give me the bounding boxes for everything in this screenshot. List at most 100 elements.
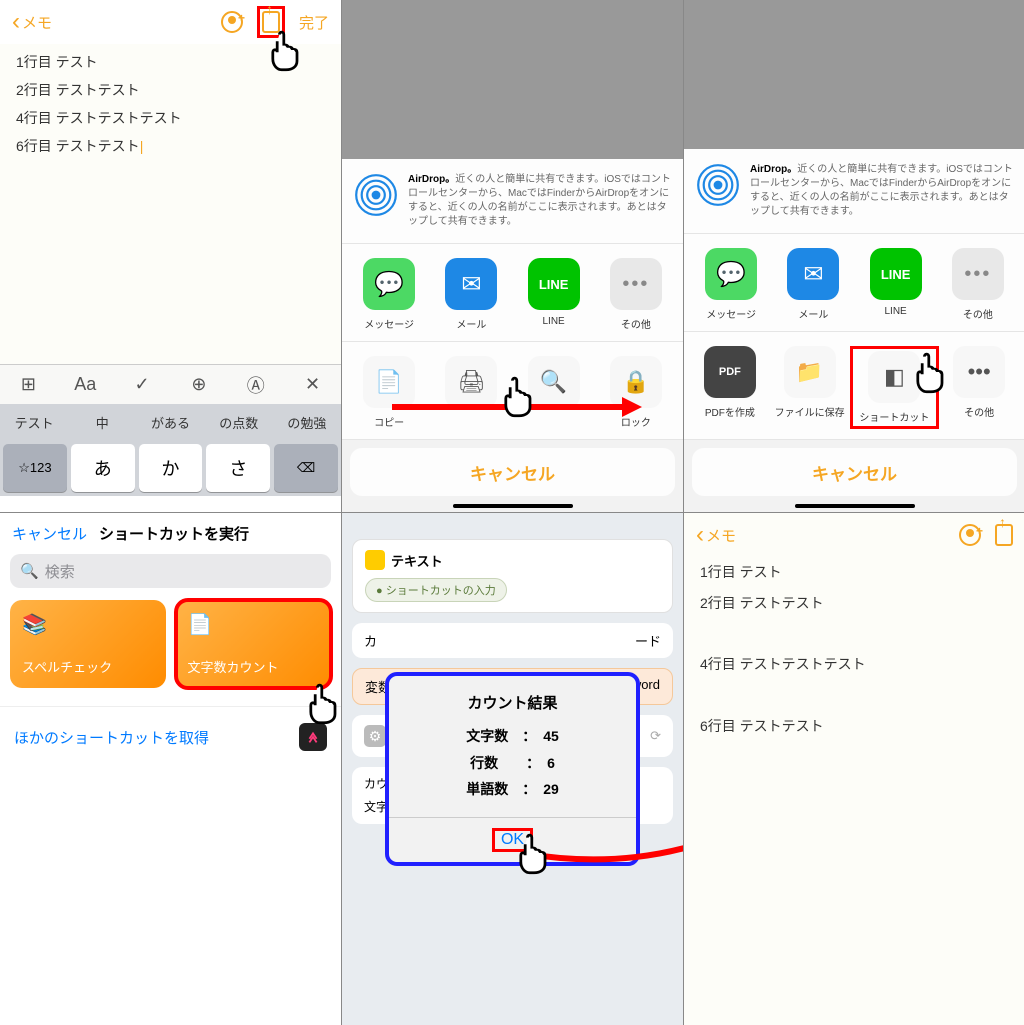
picker-header: キャンセル ショートカットを実行 xyxy=(0,513,341,554)
prediction[interactable]: 中 xyxy=(68,413,136,432)
panel-result-dialog: テキスト ● ショートカットの入力 カード 変数 word ⚙ 結果を表示 ⟳ … xyxy=(342,513,683,1025)
add-icon[interactable]: ⊕ xyxy=(184,374,214,395)
airdrop-text: AirDrop。近くの人と簡単に共有できます。iOSではコントロールセンターから… xyxy=(408,173,671,229)
note-line: 2行目 テストテスト xyxy=(16,76,325,104)
back-button[interactable]: メモ xyxy=(12,8,52,36)
messages-icon: 💬 xyxy=(705,248,757,300)
panel-notes-edit: メモ 完了 1行目 テスト 2行目 テストテスト 4行目 テストテストテスト 6… xyxy=(0,0,341,512)
format-icon[interactable]: Aa xyxy=(70,374,100,395)
cancel-button[interactable]: キャンセル xyxy=(692,448,1017,496)
airdrop-row[interactable]: AirDrop。近くの人と簡単に共有できます。iOSではコントロールセンターから… xyxy=(342,159,683,244)
pdf-icon: PDF xyxy=(704,346,756,398)
shortcuts-app-icon xyxy=(299,723,327,751)
close-keyboard-icon[interactable]: ✕ xyxy=(298,374,328,395)
search-placeholder: 検索 xyxy=(45,561,75,582)
share-app-messages[interactable]: 💬メッセージ xyxy=(348,258,430,331)
keyboard-row: ☆123 あ か さ ⌫ xyxy=(0,440,341,496)
more-icon: ••• xyxy=(610,258,662,310)
share-sheet: AirDrop。近くの人と簡単に共有できます。iOSではコントロールセンターから… xyxy=(684,149,1024,512)
panel-share-sheet-2: AirDrop。近くの人と簡単に共有できます。iOSではコントロールセンターから… xyxy=(684,0,1024,512)
more-icon: ••• xyxy=(952,248,1004,300)
get-more-label: ほかのショートカットを取得 xyxy=(14,727,209,748)
search-input[interactable]: 🔍 検索 xyxy=(10,554,331,588)
collaborate-icon[interactable] xyxy=(959,524,981,546)
folder-icon: 📁 xyxy=(784,346,836,398)
share-app-messages[interactable]: 💬メッセージ xyxy=(690,248,772,321)
action-row: PDFPDFを作成 📁ファイルに保存 ◧ショートカット •••その他 xyxy=(684,332,1024,440)
share-app-mail[interactable]: ✉メール xyxy=(430,258,512,331)
search-icon: 🔍 xyxy=(20,562,39,580)
dialog-overlay: カウント結果 文字数 ： 45 行数 ： 6 単語数 ： 29 OK xyxy=(342,513,683,1025)
messages-icon: 💬 xyxy=(363,258,415,310)
home-indicator[interactable] xyxy=(795,504,915,508)
note-line: 4行目 テストテストテスト xyxy=(700,649,1009,680)
tap-hand-icon xyxy=(302,681,341,725)
more-icon: ••• xyxy=(953,346,1005,398)
share-sheet: AirDrop。近くの人と簡単に共有できます。iOSではコントロールセンターから… xyxy=(342,159,683,512)
airdrop-row[interactable]: AirDrop。近くの人と簡単に共有できます。iOSではコントロールセンターから… xyxy=(684,149,1024,234)
dialog-body: 文字数 ： 45 行数 ： 6 単語数 ： 29 xyxy=(389,723,636,817)
share-app-more[interactable]: •••その他 xyxy=(595,258,677,331)
note-line xyxy=(700,619,1009,650)
prediction[interactable]: テスト xyxy=(0,413,68,432)
airdrop-icon xyxy=(354,173,398,217)
notes-content[interactable]: 1行目 テスト 2行目 テストテスト 4行目 テストテストテスト 6行目 テスト… xyxy=(0,44,341,364)
prediction[interactable]: がある xyxy=(136,413,204,432)
kana-key[interactable]: あ xyxy=(71,444,135,492)
tap-hand-icon xyxy=(264,28,308,72)
keyboard-toolbar: ⊞ Aa ✓ ⊕ Ⓐ ✕ xyxy=(0,364,341,404)
cancel-button[interactable]: キャンセル xyxy=(12,523,87,544)
document-icon: 📄 xyxy=(188,612,320,637)
prediction[interactable]: の勉強 xyxy=(273,413,341,432)
table-icon[interactable]: ⊞ xyxy=(13,374,43,395)
share-app-line[interactable]: LINELINE xyxy=(513,258,595,331)
panel-notes-final: メモ 1行目 テスト 2行目 テストテスト 4行目 テストテストテスト 6行目 … xyxy=(684,513,1024,1025)
notes-content[interactable]: 1行目 テスト 2行目 テストテスト 4行目 テストテストテスト 6行目 テスト… xyxy=(684,557,1024,1017)
shortcut-charcount[interactable]: 📄 文字数カウント xyxy=(176,600,332,688)
app-row: 💬メッセージ ✉メール LINELINE •••その他 xyxy=(342,244,683,342)
delete-key[interactable]: ⌫ xyxy=(274,444,338,492)
books-icon: 📚 xyxy=(22,612,154,637)
back-label: メモ xyxy=(706,525,736,546)
picker-title: ショートカットを実行 xyxy=(99,523,249,544)
action-pdf[interactable]: PDFPDFを作成 xyxy=(690,346,770,429)
draw-icon[interactable]: Ⓐ xyxy=(241,372,271,398)
panel-share-sheet-1: AirDrop。近くの人と簡単に共有できます。iOSではコントロールセンターから… xyxy=(342,0,683,512)
tap-hand-icon xyxy=(909,350,953,394)
note-line: 2行目 テストテスト xyxy=(700,588,1009,619)
notes-header: メモ xyxy=(684,513,1024,557)
share-app-more[interactable]: •••その他 xyxy=(937,248,1019,321)
note-line: 4行目 テストテストテスト xyxy=(16,104,325,132)
line-icon: LINE xyxy=(870,248,922,300)
action-save-files[interactable]: 📁ファイルに保存 xyxy=(770,346,850,429)
shortcut-spellcheck[interactable]: 📚 スペルチェック xyxy=(10,600,166,688)
mail-icon: ✉ xyxy=(787,248,839,300)
get-more-shortcuts[interactable]: ほかのショートカットを取得 xyxy=(0,706,341,767)
prediction-row: テスト 中 がある の点数 の勉強 xyxy=(0,404,341,440)
note-line: 6行目 テストテスト xyxy=(700,711,1009,742)
note-line: 1行目 テスト xyxy=(700,557,1009,588)
note-line xyxy=(700,680,1009,711)
kana-key[interactable]: か xyxy=(139,444,203,492)
tap-hand-icon xyxy=(497,374,541,418)
shortcut-grid: 📚 スペルチェック 📄 文字数カウント xyxy=(0,600,341,688)
airdrop-icon xyxy=(696,163,740,207)
line-icon: LINE xyxy=(528,258,580,310)
share-app-line[interactable]: LINELINE xyxy=(855,248,937,321)
cancel-button[interactable]: キャンセル xyxy=(350,448,675,496)
share-icon[interactable] xyxy=(995,524,1013,546)
app-row: 💬メッセージ ✉メール LINELINE •••その他 xyxy=(684,234,1024,332)
dialog-title: カウント結果 xyxy=(389,676,636,723)
note-line: 6行目 テストテスト xyxy=(16,132,325,160)
panel-shortcut-picker: キャンセル ショートカットを実行 🔍 検索 📚 スペルチェック 📄 文字数カウン… xyxy=(0,513,341,1025)
home-indicator[interactable] xyxy=(453,504,573,508)
share-app-mail[interactable]: ✉メール xyxy=(772,248,854,321)
tap-hand-icon xyxy=(512,831,556,875)
mail-icon: ✉ xyxy=(445,258,497,310)
checklist-icon[interactable]: ✓ xyxy=(127,374,157,395)
prediction[interactable]: の点数 xyxy=(205,413,273,432)
mode-key[interactable]: ☆123 xyxy=(3,444,67,492)
collaborate-icon[interactable] xyxy=(221,11,243,33)
kana-key[interactable]: さ xyxy=(206,444,270,492)
back-button[interactable]: メモ xyxy=(696,521,736,549)
